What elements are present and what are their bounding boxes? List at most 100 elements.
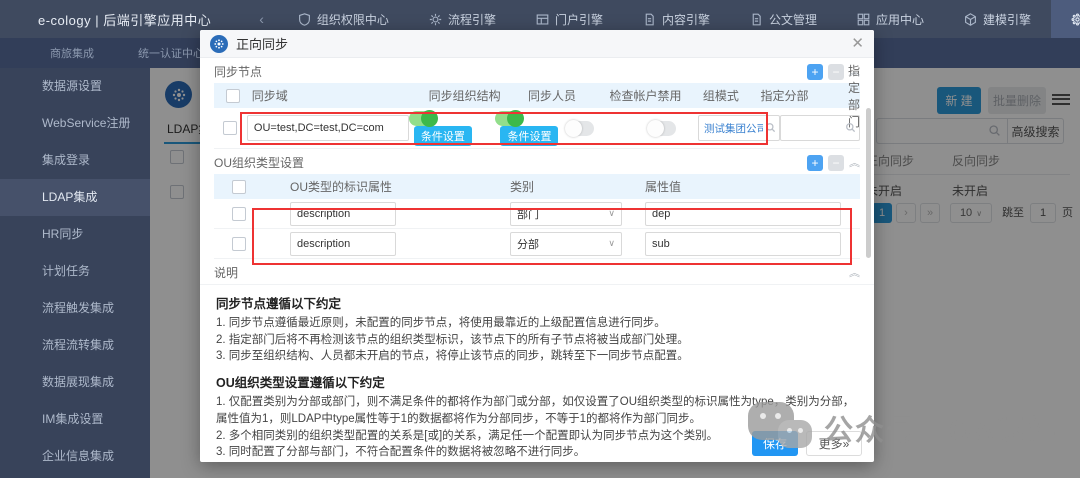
col-sync-domain: 同步域	[252, 87, 429, 104]
layout-icon	[536, 13, 549, 26]
topnav-label: 公文管理	[769, 11, 817, 28]
attr-value-input[interactable]	[645, 202, 841, 226]
notes-heading-ou-type: OU组织类型设置遵循以下约定	[216, 374, 858, 392]
document-icon	[643, 13, 656, 26]
category-value: 分部	[517, 236, 539, 252]
sync-modal-icon	[210, 35, 228, 53]
note-line: 1. 仅配置类别为分部或部门，则不满足条件的都将作为部门或分部，如仅设置了OU组…	[216, 394, 858, 427]
table-header-row: OU类型的标识属性 类别 属性值	[214, 174, 860, 199]
apps-grid-icon	[857, 13, 870, 26]
topnav-label: 应用中心	[876, 11, 924, 28]
close-icon[interactable]: ✕	[851, 36, 864, 51]
table-header-row: 同步域 同步组织结构 同步人员 检查帐户禁用 组模式 指定分部 指定部门	[214, 83, 860, 108]
topnav-label: 流程引擎	[448, 11, 496, 28]
notes-section-header: 说明 ︽	[200, 259, 874, 285]
ou-type-label: OU组织类型设置	[214, 154, 304, 171]
modal-header: 正向同步 ✕	[200, 30, 874, 58]
ou-type-table: OU类型的标识属性 类别 属性值 部门 ∨	[214, 174, 860, 259]
forward-sync-modal: 正向同步 ✕ 同步节点 + − ︽ 同步域 同步组织结构 同步人员 检查帐户禁用…	[200, 30, 874, 462]
category-value: 部门	[517, 206, 539, 222]
modal-scrollbar[interactable]	[866, 108, 871, 258]
topnav-item-modeling-engine[interactable]: 建模引擎	[944, 0, 1051, 38]
sidebar-item-hr-sync[interactable]: HR同步	[0, 216, 150, 253]
sidebar-item-im-settings[interactable]: IM集成设置	[0, 401, 150, 438]
sync-node-section-header: 同步节点 + − ︽	[200, 58, 874, 83]
add-row-icon[interactable]: +	[807, 64, 823, 80]
select-all-checkbox[interactable]	[226, 89, 240, 103]
col-group-mode: 组模式	[703, 87, 761, 104]
ou-type-row: 部门 ∨	[214, 199, 860, 229]
remove-row-icon[interactable]: −	[828, 155, 844, 171]
col-check-disable: 检查帐户禁用	[610, 87, 703, 104]
app-logo: e-cology | 后端引擎应用中心	[38, 10, 211, 29]
row-checkbox[interactable]	[223, 121, 237, 135]
note-line: 3. 同步至组织结构、人员都未开启的节点，将停止该节点的同步，跳转至下一同步节点…	[216, 348, 858, 365]
sidebar-item-workflow-transfer[interactable]: 流程流转集成	[0, 327, 150, 364]
sidebar-item-data-display[interactable]: 数据展现集成	[0, 364, 150, 401]
sidebar-item-datasource[interactable]: 数据源设置	[0, 68, 150, 105]
sync-domain-input[interactable]	[247, 115, 409, 141]
group-mode-toggle[interactable]	[648, 121, 676, 136]
ou-attr-input[interactable]	[290, 202, 396, 226]
add-row-icon[interactable]: +	[807, 155, 823, 171]
screen: e-cology | 后端引擎应用中心 ‹ 组织权限中心 流程引擎 门户引擎 内…	[0, 0, 1080, 478]
sidebar-item-scheduled-task[interactable]: 计划任务	[0, 253, 150, 290]
col-sync-org: 同步组织结构	[429, 87, 528, 104]
topnav-label: 门户引擎	[555, 11, 603, 28]
ou-type-row: 分部 ∨	[214, 229, 860, 259]
attr-value-input[interactable]	[645, 232, 841, 256]
check-disable-toggle[interactable]	[566, 121, 594, 136]
col-subcompany: 指定分部	[761, 87, 848, 104]
col-attr-value: 属性值	[645, 178, 860, 195]
document-icon	[750, 13, 763, 26]
subtab-business-travel[interactable]: 商旅集成	[28, 38, 116, 68]
sync-node-row: 条件设置 条件设置 测试集团公司	[214, 108, 860, 149]
row-checkbox[interactable]	[232, 237, 246, 251]
topnav-label: 建模引擎	[983, 11, 1031, 28]
col-ou-attr: OU类型的标识属性	[264, 178, 510, 195]
sync-person-toggle[interactable]	[495, 111, 523, 126]
nav-back-chevron-icon[interactable]: ‹	[259, 11, 264, 27]
note-line: 1. 同步节点遵循最近原则，未配置的同步节点，将使用最靠近的上级配置信息进行同步…	[216, 315, 858, 332]
select-all-checkbox[interactable]	[232, 180, 246, 194]
topnav-label: 组织权限中心	[317, 11, 389, 28]
topnav-item-integration-center[interactable]: 集成中心	[1051, 0, 1080, 38]
subcompany-lookup-field[interactable]: 测试集团公司	[698, 115, 780, 141]
sidebar-item-integration-login[interactable]: 集成登录	[0, 142, 150, 179]
subcompany-value: 测试集团公司	[704, 121, 763, 136]
category-select[interactable]: 分部 ∨	[510, 232, 622, 256]
sync-org-toggle[interactable]	[409, 111, 437, 126]
sidebar: 数据源设置 WebService注册 集成登录 LDAP集成 HR同步 计划任务…	[0, 68, 150, 478]
chevron-down-icon: ∨	[608, 238, 615, 249]
sidebar-item-workflow-trigger[interactable]: 流程触发集成	[0, 290, 150, 327]
department-lookup-field[interactable]	[780, 115, 860, 141]
sidebar-item-ldap[interactable]: LDAP集成	[0, 179, 150, 216]
note-line: 2. 指定部门后将不再检测该节点的组织类型标识，该节点下的所有子节点将被当成部门…	[216, 332, 858, 349]
cube-icon	[964, 13, 977, 26]
col-sync-person: 同步人员	[528, 87, 609, 104]
category-select[interactable]: 部门 ∨	[510, 202, 622, 226]
notes-label: 说明	[214, 264, 238, 281]
sidebar-item-enterprise-info[interactable]: 企业信息集成	[0, 438, 150, 475]
integration-snowflake-icon	[1071, 13, 1080, 26]
sync-node-label: 同步节点	[214, 63, 262, 80]
chevron-down-icon: ∨	[608, 208, 615, 219]
modal-footer: 保存 更多»	[752, 431, 862, 456]
row-checkbox[interactable]	[232, 207, 246, 221]
modal-title: 正向同步	[236, 34, 288, 53]
topnav-label: 内容引擎	[662, 11, 710, 28]
more-button[interactable]: 更多»	[806, 431, 862, 456]
collapse-icon[interactable]: ︽	[849, 155, 860, 169]
person-condition-button[interactable]: 条件设置	[500, 126, 558, 146]
remove-row-icon[interactable]: −	[828, 64, 844, 80]
col-category: 类别	[510, 178, 645, 195]
collapse-icon[interactable]: ︽	[849, 64, 860, 78]
sidebar-item-webservice[interactable]: WebService注册	[0, 105, 150, 142]
ou-attr-input[interactable]	[290, 232, 396, 256]
org-condition-button[interactable]: 条件设置	[414, 126, 472, 146]
collapse-icon[interactable]: ︽	[849, 265, 860, 279]
gear-icon	[429, 13, 442, 26]
notes-heading-sync-node: 同步节点遵循以下约定	[216, 295, 858, 313]
save-button[interactable]: 保存	[752, 431, 798, 456]
sync-node-table: 同步域 同步组织结构 同步人员 检查帐户禁用 组模式 指定分部 指定部门 条件设…	[214, 83, 860, 149]
